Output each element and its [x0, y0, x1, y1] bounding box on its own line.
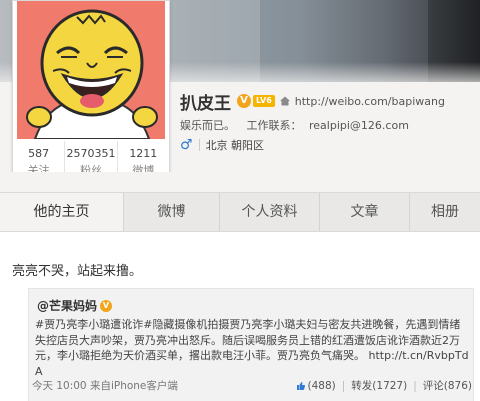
- contact-label: 工作联系：: [246, 119, 302, 132]
- repost-body: #贾乃亮李小璐遭讹诈#隐藏摄像机拍摄贾乃亮李小璐夫妇与密友共进晚餐，先遇到情绪失…: [35, 317, 471, 379]
- forward-button[interactable]: 转发(1727): [351, 378, 407, 393]
- profile-bio: 娱乐而已。 工作联系： realpipi@126.com: [180, 118, 480, 134]
- vip-level-badge[interactable]: LV6: [253, 95, 275, 107]
- comment-button[interactable]: 评论(876): [423, 378, 472, 393]
- stat-posts[interactable]: 1211 微博: [116, 141, 169, 172]
- stat-followers-label: 粉丝: [79, 164, 102, 172]
- profile-info: 扒皮王 V LV6 http://weibo.com/bapiwang 娱乐而已…: [180, 90, 480, 134]
- tab-profile[interactable]: 个人资料: [220, 193, 320, 231]
- topic-tag[interactable]: #贾乃亮李小璐遭讹诈#: [35, 318, 152, 331]
- feed: 亮亮不哭，站起来撸。 @芒果妈妈 V #贾乃亮李小璐遭讹诈#隐藏摄像机拍摄贾乃亮…: [0, 232, 480, 401]
- stat-following-count: 587: [28, 147, 50, 160]
- tab-weibo[interactable]: 微博: [124, 193, 220, 231]
- home-url-link[interactable]: http://weibo.com/bapiwang: [295, 95, 445, 108]
- tab-home[interactable]: 他的主页: [0, 193, 124, 231]
- divider: |: [341, 379, 346, 392]
- tab-articles[interactable]: 文章: [320, 193, 410, 231]
- avatar[interactable]: [17, 1, 165, 139]
- author-vip-icon: V: [100, 299, 113, 312]
- stat-posts-label: 微博: [132, 164, 155, 172]
- contact-email[interactable]: realpipi@126.com: [309, 119, 409, 132]
- profile-location: 北京 朝阳区: [205, 139, 265, 152]
- stat-following-label: 关注: [27, 164, 50, 172]
- stat-posts-count: 1211: [129, 147, 158, 160]
- profile-name: 扒皮王: [180, 93, 231, 114]
- stat-following[interactable]: 587 关注: [13, 141, 64, 172]
- divider: [198, 139, 200, 151]
- like-count[interactable]: (488): [308, 380, 336, 392]
- home-icon: [279, 96, 290, 106]
- avatar-card: 587 关注 2570351 粉丝 1211 微博: [12, 0, 170, 172]
- repost-author[interactable]: @芒果妈妈: [37, 297, 97, 314]
- stat-followers-count: 2570351: [66, 147, 116, 160]
- thumbs-up-icon[interactable]: [296, 381, 306, 391]
- post-text: 亮亮不哭，站起来撸。: [12, 264, 143, 279]
- post-time[interactable]: 今天 10:00: [32, 380, 87, 392]
- profile-tagline: 娱乐而已。: [180, 119, 235, 132]
- stat-followers[interactable]: 2570351 粉丝: [64, 141, 116, 172]
- profile-header: 587 关注 2570351 粉丝 1211 微博 扒皮王 V LV6 http…: [0, 0, 480, 172]
- location-row: ♂ 北京 朝阳区: [180, 136, 264, 154]
- post-source[interactable]: 来自iPhone客户端: [90, 380, 178, 392]
- tab-album[interactable]: 相册: [410, 193, 480, 231]
- profile-tabs: 他的主页 微博 个人资料 文章 相册: [0, 192, 480, 232]
- verified-icon[interactable]: V: [237, 94, 251, 108]
- profile-stats: 587 关注 2570351 粉丝 1211 微博: [13, 141, 169, 172]
- post-meta: 今天 10:00 来自iPhone客户端: [32, 378, 178, 393]
- male-icon: ♂: [180, 137, 193, 153]
- divider: |: [413, 379, 417, 392]
- post-actions: (488) | 转发(1727) | 评论(876): [296, 378, 472, 393]
